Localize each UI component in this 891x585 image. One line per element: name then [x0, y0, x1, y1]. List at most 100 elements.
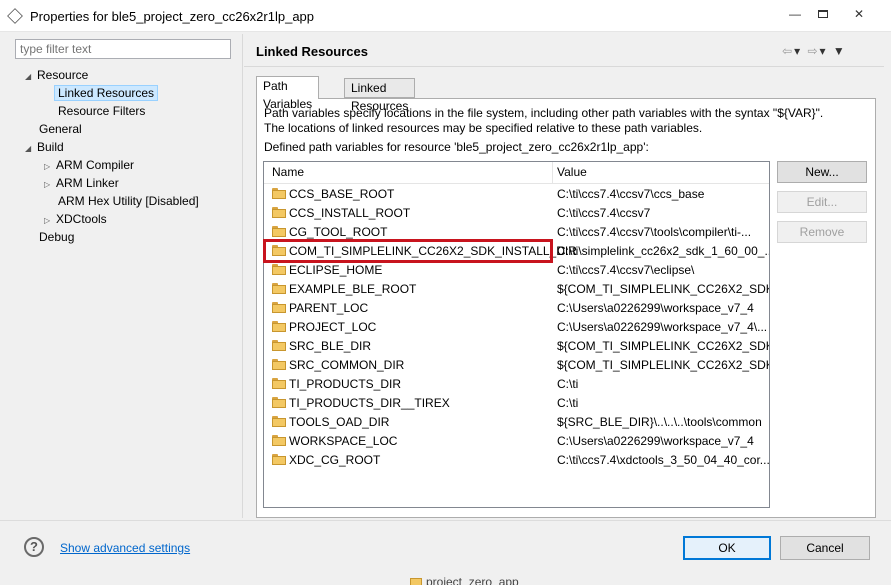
title-bar: Properties for ble5_project_zero_cc26x2r… — [0, 0, 891, 32]
variable-value: C:\ti\ccs7.4\ccsv7\ccs_base — [557, 187, 705, 201]
maximize-button[interactable] — [810, 5, 836, 23]
variable-name: PROJECT_LOC — [289, 320, 377, 334]
folder-icon — [272, 378, 286, 389]
app-icon — [7, 8, 23, 24]
variable-name: SRC_BLE_DIR — [289, 339, 372, 353]
table-row[interactable]: PARENT_LOC C:\Users\a0226299\workspace_v7… — [264, 299, 769, 318]
expand-icon[interactable]: ◢ — [25, 68, 37, 86]
view-menu-icon[interactable]: ▼ — [833, 44, 847, 58]
variable-value: C:\Users\a0226299\workspace_v7_4 — [557, 301, 754, 315]
tree-item-arm-compiler[interactable]: ▷ ARM Compiler — [44, 156, 134, 174]
expand-icon[interactable]: ◢ — [25, 140, 37, 158]
folder-icon — [272, 340, 286, 351]
variable-name: PARENT_LOC — [289, 301, 369, 315]
variable-name: EXAMPLE_BLE_ROOT — [289, 282, 417, 296]
header-divider — [244, 66, 884, 67]
show-advanced-settings-link[interactable]: Show advanced settings — [60, 541, 190, 555]
variable-name: XDC_CG_ROOT — [289, 453, 381, 467]
column-header-name[interactable]: Name — [272, 165, 304, 179]
variable-value: C:\ti\simplelink_cc26x2_sdk_1_60_00_... — [557, 244, 769, 258]
close-button[interactable]: ✕ — [846, 5, 872, 23]
help-icon[interactable]: ? — [24, 537, 44, 557]
table-row[interactable]: SRC_COMMON_DIR ${COM_TI_SIMPLELINK_CC26X2… — [264, 356, 769, 375]
table-row[interactable]: WORKSPACE_LOC C:\Users\a0226299\workspace… — [264, 432, 769, 451]
variable-name: CCS_BASE_ROOT — [289, 187, 395, 201]
folder-icon — [272, 416, 286, 427]
variable-value: C:\ti — [557, 377, 579, 391]
variable-name: CCS_INSTALL_ROOT — [289, 206, 411, 220]
path-variables-table[interactable]: Name Value CCS_BASE_ROOT C:\ti\ccs7.4\ccs… — [263, 161, 770, 508]
footer-divider — [0, 520, 891, 521]
variable-value: ${COM_TI_SIMPLELINK_CC26X2_SDK... — [557, 358, 769, 372]
table-row[interactable]: XDC_CG_ROOT C:\ti\ccs7.4\xdctools_3_50_04… — [264, 451, 769, 470]
back-dropdown-icon[interactable]: ▾ — [794, 44, 802, 58]
background-window-item: project_zero_app — [410, 575, 519, 585]
ok-button[interactable]: OK — [683, 536, 771, 560]
variable-value: ${COM_TI_SIMPLELINK_CC26X2_SDK... — [557, 339, 769, 353]
folder-icon — [272, 302, 286, 313]
folder-icon — [272, 454, 286, 465]
forward-dropdown-icon[interactable]: ▾ — [820, 44, 828, 58]
tree-item-arm-linker[interactable]: ▷ ARM Linker — [44, 174, 119, 192]
tree-item-general[interactable]: General — [39, 120, 82, 138]
maximize-icon — [818, 10, 828, 18]
description-line-1: Path variables specify locations in the … — [264, 106, 824, 120]
variable-name: TI_PRODUCTS_DIR — [289, 377, 402, 391]
table-row[interactable]: TI_PRODUCTS_DIR C:\ti — [264, 375, 769, 394]
defined-variables-label: Defined path variables for resource 'ble… — [264, 140, 649, 154]
page-title: Linked Resources — [256, 44, 368, 59]
tree-item-resource-filters[interactable]: Resource Filters — [58, 102, 145, 120]
filter-input[interactable] — [15, 39, 231, 59]
tree-item-linked-resources[interactable]: Linked Resources — [54, 84, 159, 102]
table-row[interactable]: CCS_BASE_ROOT C:\ti\ccs7.4\ccsv7\ccs_base — [264, 185, 769, 204]
folder-icon — [272, 207, 286, 218]
variable-name: TI_PRODUCTS_DIR__TIREX — [289, 396, 450, 410]
tree-item-xdctools[interactable]: ▷ XDCtools — [44, 210, 107, 228]
variable-value: C:\ti — [557, 396, 579, 410]
table-row[interactable]: SRC_BLE_DIR ${COM_TI_SIMPLELINK_CC26X2_SD… — [264, 337, 769, 356]
table-row[interactable]: TOOLS_OAD_DIR ${SRC_BLE_DIR}\..\..\..\too… — [264, 413, 769, 432]
forward-arrow-icon[interactable]: ⇨ — [807, 44, 819, 58]
variable-name: SRC_COMMON_DIR — [289, 358, 405, 372]
new-button[interactable]: New... — [777, 161, 867, 183]
table-row[interactable]: PROJECT_LOC C:\Users\a0226299\workspace_v… — [264, 318, 769, 337]
collapse-icon[interactable]: ▷ — [44, 176, 56, 194]
folder-icon — [272, 321, 286, 332]
folder-icon — [272, 226, 286, 237]
left-pane: ◢Resource Linked Resources Resource Filt… — [9, 34, 241, 518]
variable-value: C:\Users\a0226299\workspace_v7_4\... — [557, 320, 768, 334]
table-row[interactable]: ECLIPSE_HOME C:\ti\ccs7.4\ccsv7\eclipse\ — [264, 261, 769, 280]
remove-button[interactable]: Remove — [777, 221, 867, 243]
tree-item-arm-hex-utility[interactable]: ARM Hex Utility [Disabled] — [58, 192, 199, 210]
folder-icon — [272, 359, 286, 370]
folder-icon — [272, 188, 286, 199]
minimize-button[interactable]: — — [782, 5, 808, 23]
folder-icon — [272, 283, 286, 294]
column-divider[interactable] — [552, 162, 553, 184]
cancel-button[interactable]: Cancel — [780, 536, 870, 560]
nav-controls: ⇦▾ ⇨▾ ▼ — [782, 44, 847, 58]
column-header-value[interactable]: Value — [557, 165, 587, 179]
table-header: Name Value — [264, 162, 769, 184]
table-row[interactable]: TI_PRODUCTS_DIR__TIREX C:\ti — [264, 394, 769, 413]
variable-value: C:\ti\ccs7.4\ccsv7\tools\compiler\ti-... — [557, 225, 752, 239]
variable-name: TOOLS_OAD_DIR — [289, 415, 390, 429]
back-arrow-icon[interactable]: ⇦ — [782, 44, 794, 58]
window-title: Properties for ble5_project_zero_cc26x2r… — [30, 9, 315, 24]
tree-item-resource[interactable]: ◢ Resource — [25, 66, 88, 84]
tree-item-debug[interactable]: Debug — [39, 228, 74, 246]
variable-value: C:\ti\ccs7.4\ccsv7\eclipse\ — [557, 263, 695, 277]
edit-button[interactable]: Edit... — [777, 191, 867, 213]
folder-icon — [410, 578, 422, 585]
folder-icon — [272, 397, 286, 408]
tab-linked-resources[interactable]: Linked Resources — [344, 78, 416, 113]
variable-value: C:\Users\a0226299\workspace_v7_4 — [557, 434, 754, 448]
pane-divider[interactable] — [242, 34, 243, 518]
variable-name: ECLIPSE_HOME — [289, 263, 383, 277]
table-row[interactable]: EXAMPLE_BLE_ROOT ${COM_TI_SIMPLELINK_CC26… — [264, 280, 769, 299]
description-line-2: The locations of linked resources may be… — [264, 121, 703, 135]
table-row[interactable]: CCS_INSTALL_ROOT C:\ti\ccs7.4\ccsv7 — [264, 204, 769, 223]
tree-item-build[interactable]: ◢ Build — [25, 138, 64, 156]
variable-value: ${SRC_BLE_DIR}\..\..\..\tools\common — [557, 415, 762, 429]
tab-path-variables[interactable]: Path Variables — [256, 76, 320, 111]
